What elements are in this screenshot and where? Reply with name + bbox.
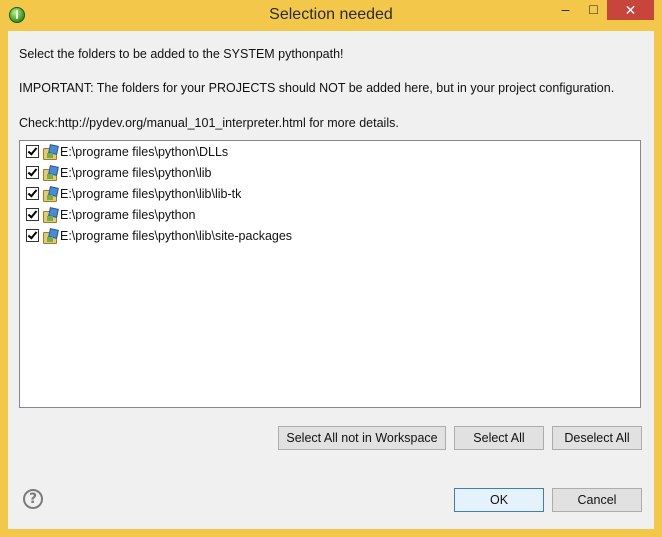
folder-list-item[interactable]: E:\programe files\python\lib\site-packag… [20, 225, 640, 246]
folder-list-item[interactable]: E:\programe files\python [20, 204, 640, 225]
python-folder-icon [43, 227, 59, 244]
python-folder-icon [43, 143, 59, 160]
folder-path: E:\programe files\python [60, 207, 196, 222]
folder-list[interactable]: E:\programe files\python\DLLs E:\program… [19, 140, 641, 408]
title-bar[interactable]: Selection needed – □ ✕ [0, 0, 662, 30]
minimize-button[interactable]: – [552, 0, 579, 20]
select-all-not-in-workspace-button[interactable]: Select All not in Workspace [278, 426, 446, 450]
folder-list-item[interactable]: E:\programe files\python\lib [20, 162, 640, 183]
folder-list-item[interactable]: E:\programe files\python\DLLs [20, 141, 640, 162]
folder-path: E:\programe files\python\lib\site-packag… [60, 228, 293, 243]
dialog-window: Selection needed – □ ✕ Select the folder… [0, 0, 662, 537]
select-all-button[interactable]: Select All [454, 426, 544, 450]
folder-checkbox[interactable] [26, 187, 39, 200]
help-icon[interactable]: ? [23, 489, 43, 509]
python-folder-icon [43, 164, 59, 181]
help-link-text: Check:http://pydev.org/manual_101_interp… [19, 116, 399, 130]
folder-path: E:\programe files\python\DLLs [60, 144, 229, 159]
python-folder-icon [43, 206, 59, 223]
folder-path: E:\programe files\python\lib\lib-tk [60, 186, 242, 201]
cancel-button[interactable]: Cancel [552, 488, 642, 512]
folder-list-item[interactable]: E:\programe files\python\lib\lib-tk [20, 183, 640, 204]
important-note: IMPORTANT: The folders for your PROJECTS… [19, 81, 615, 95]
folder-checkbox[interactable] [26, 145, 39, 158]
ok-button[interactable]: OK [454, 488, 544, 512]
maximize-button[interactable]: □ [580, 0, 607, 20]
deselect-all-button[interactable]: Deselect All [552, 426, 642, 450]
close-button[interactable]: ✕ [607, 0, 654, 20]
python-folder-icon [43, 185, 59, 202]
instruction-text: Select the folders to be added to the SY… [19, 47, 344, 61]
folder-checkbox[interactable] [26, 166, 39, 179]
dialog-content: Select the folders to be added to the SY… [8, 31, 654, 529]
folder-path: E:\programe files\python\lib [60, 165, 212, 180]
folder-checkbox[interactable] [26, 229, 39, 242]
folder-checkbox[interactable] [26, 208, 39, 221]
